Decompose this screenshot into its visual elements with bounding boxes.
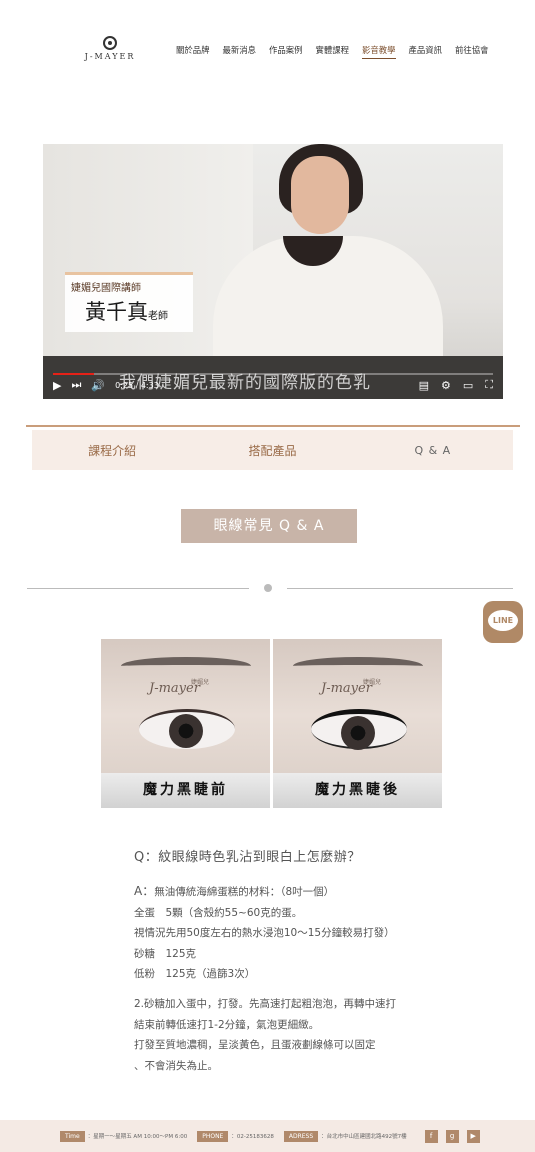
watermark-sub: 婕媚兒: [363, 679, 382, 686]
nav-item-association[interactable]: 前往協會: [455, 44, 489, 59]
tab-course-intro[interactable]: 課程介紹: [32, 442, 192, 459]
section-heading-qa: 眼線常見 Q & A: [181, 509, 357, 543]
video-controls: ▶ ⏭ 🔊 0:25 / 4:33 ▤ ⚙ ▭ ⛶: [43, 371, 503, 399]
answer-line: 全蛋 5顆（含殼約55~60克的蛋。: [134, 906, 303, 919]
footer-address-value: ：台北市中山區建國北路492號7樓: [321, 1134, 407, 1140]
footer-phone-value[interactable]: ：02-25183628: [231, 1132, 273, 1140]
step-line: 2.砂糖加入蛋中，打發。先高速打起粗泡泡，再轉中速打: [134, 998, 397, 1010]
tab-qa[interactable]: Q & A: [353, 444, 513, 457]
divider-dot: [264, 584, 272, 592]
step-line: 打發至質地濃稠，呈淡黃色，且蛋液劃線條可以固定: [134, 1039, 376, 1051]
play-icon[interactable]: ▶: [53, 379, 61, 392]
content-tabs: 課程介紹 搭配產品 Q & A: [32, 430, 513, 470]
video-time: 0:25 / 4:33: [115, 380, 159, 390]
answer-line: 無油傳統海綿蛋糕的材料：（8吋一個）: [154, 886, 335, 898]
qa-steps: 2.砂糖加入蛋中，打發。先高速打起粗泡泡，再轉中速打 結束前轉低速打1-2分鐘，…: [134, 994, 464, 1076]
iris: [341, 716, 375, 750]
watermark-sub: 婕媚兒: [191, 679, 210, 686]
before-image: J-mayer 婕媚兒 魔力黑睫前: [101, 639, 270, 808]
eyebrow: [121, 657, 251, 675]
lower-third-title: 婕媚兒國際講師: [65, 272, 193, 296]
next-icon[interactable]: ⏭: [71, 378, 81, 392]
footer-time-label: Time: [60, 1130, 85, 1142]
lower-third-name: 黃千真: [85, 300, 148, 324]
before-after-image: J-mayer 婕媚兒 魔力黑睫前 J-mayer 婕媚兒 魔力黑睫後: [101, 639, 442, 808]
nav-item-products[interactable]: 產品資訊: [409, 44, 443, 59]
footer-phone-label: PHONE: [197, 1130, 229, 1142]
captions-icon[interactable]: ▤: [419, 379, 429, 392]
footer-address-label: ADRESS: [283, 1130, 319, 1142]
site-footer: Time ：星期一～星期五 AM 10:00～PM 6:00 PHONE ：02…: [0, 1120, 535, 1152]
answer-label: A：: [134, 884, 155, 898]
tab-products[interactable]: 搭配產品: [192, 442, 352, 459]
tabs-top-rule: [26, 425, 520, 427]
answer-line: 砂糖 125克: [134, 947, 197, 960]
iris: [169, 714, 203, 748]
qa-answer: A：無油傳統海綿蛋糕的材料：（8吋一個） 全蛋 5顆（含殼約55~60克的蛋。 …: [134, 881, 464, 985]
video-progress-bar[interactable]: [53, 373, 493, 375]
line-chat-button[interactable]: LINE: [483, 601, 523, 643]
lower-third-suffix: 老師: [148, 311, 168, 322]
footer-time-value: ：星期一～星期五 AM 10:00～PM 6:00: [87, 1134, 188, 1140]
eyebrow: [293, 657, 423, 675]
after-caption: 魔力黑睫後: [273, 773, 442, 808]
nav-item-courses[interactable]: 實體課程: [316, 44, 350, 59]
site-header: J-MAYER 關於品牌 最新消息 作品案例 實體課程 影音教學 產品資訊 前往…: [0, 0, 535, 80]
theater-mode-icon[interactable]: ▭: [463, 379, 473, 392]
divider-right: [287, 588, 513, 589]
qa-question: Q：紋眼線時色乳沾到眼白上怎麼辦？: [134, 850, 361, 865]
after-image: J-mayer 婕媚兒 魔力黑睫後: [273, 639, 442, 808]
step-line: 結束前轉低速打1-2分鐘，氣泡更細緻。: [134, 1018, 320, 1031]
google-plus-icon[interactable]: g: [445, 1129, 459, 1143]
divider-left: [27, 588, 249, 589]
settings-gear-icon[interactable]: ⚙: [441, 379, 451, 392]
eye: [139, 709, 235, 749]
line-chat-icon: LINE: [488, 610, 518, 631]
nav-item-works[interactable]: 作品案例: [269, 44, 303, 59]
volume-icon[interactable]: 🔊: [91, 379, 105, 392]
video-player[interactable]: 婕媚兒國際講師 黃千真老師 我們婕媚兒最新的國際版的色乳 ▶ ⏭ 🔊 0:25 …: [43, 144, 503, 399]
nav-item-video[interactable]: 影音教學: [362, 44, 396, 59]
logo-emblem-icon: [103, 36, 117, 50]
facebook-icon[interactable]: f: [424, 1129, 438, 1143]
video-progress-fill: [53, 373, 94, 375]
logo-text: J-MAYER: [84, 52, 136, 61]
video-presenter-face: [291, 156, 349, 234]
brand-logo[interactable]: J-MAYER: [78, 36, 142, 61]
nav-item-news[interactable]: 最新消息: [223, 44, 257, 59]
youtube-icon[interactable]: ▶: [466, 1129, 480, 1143]
nav-item-about[interactable]: 關於品牌: [176, 44, 210, 59]
fullscreen-icon[interactable]: ⛶: [485, 378, 493, 392]
main-nav: 關於品牌 最新消息 作品案例 實體課程 影音教學 產品資訊 前往協會: [176, 44, 502, 59]
video-lower-third: 婕媚兒國際講師 黃千真老師: [65, 272, 193, 332]
before-caption: 魔力黑睫前: [101, 773, 270, 808]
eye-with-eyeliner: [311, 709, 407, 750]
answer-line: 視情況先用50度左右的熱水浸泡10～15分鐘較易打發）: [134, 927, 395, 939]
step-line: 、不會消失為止。: [134, 1059, 218, 1072]
answer-line: 低粉 125克（過篩3次）: [134, 968, 256, 980]
